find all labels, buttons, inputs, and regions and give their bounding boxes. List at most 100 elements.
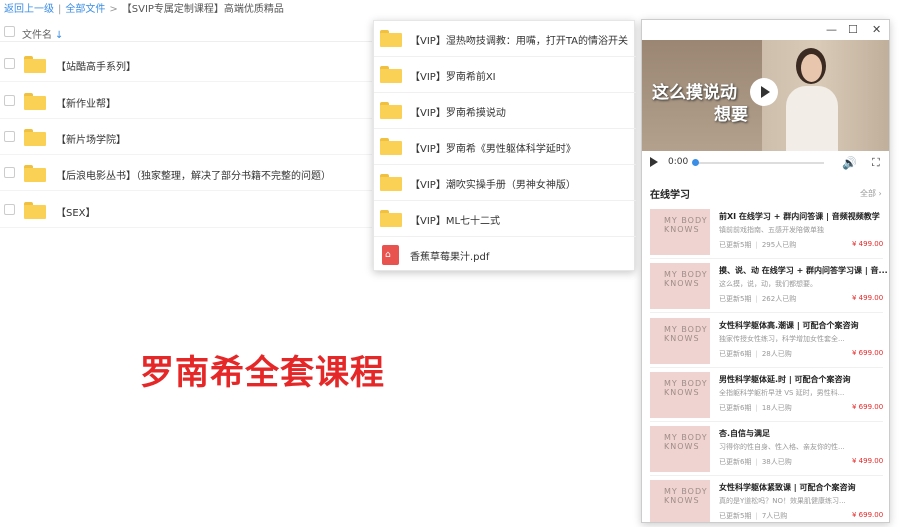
course-item[interactable]: MY BODY KNOWS 摸、说、动 在线学习 + 群内问答学习课 | 音..…: [642, 263, 889, 317]
see-all-link[interactable]: 全部 ›: [860, 188, 882, 199]
folder-icon: [24, 129, 46, 146]
file-row[interactable]: 【新作业帮】: [0, 83, 372, 119]
course-meta: 已更新5期 | 295人已购: [719, 241, 797, 249]
minimize-icon[interactable]: —: [826, 23, 837, 36]
course-item[interactable]: MY BODY KNOWS 女性科学躯体紧致课 | 可配合个案咨询 真的是Y道松…: [642, 480, 889, 522]
course-meta: 已更新6期 | 38人已购: [719, 458, 792, 466]
subfolder-item[interactable]: 【VIP】潮吹实操手册（男神女神版）: [374, 165, 636, 201]
course-thumbnail: MY BODY KNOWS: [650, 209, 710, 255]
breadcrumb: 返回上一级 | 全部文件 > 【SVIP专属定制课程】高端优质精品: [4, 0, 284, 15]
course-meta: 已更新6期 | 18人已购: [719, 404, 792, 412]
folder-icon: [24, 165, 46, 182]
course-price: ¥ 499.00: [852, 240, 884, 248]
pdf-file-item[interactable]: ⌂ 香蕉草莓果汁.pdf: [374, 237, 636, 273]
pdf-file-name[interactable]: 香蕉草莓果汁.pdf: [410, 248, 489, 263]
thumbnail-label: MY BODY KNOWS: [664, 487, 708, 505]
subfolder-item[interactable]: 【VIP】湿热吻技调教：用嘴，打开TA的情浴开关: [374, 21, 636, 57]
row-checkbox[interactable]: [4, 204, 15, 215]
subfolder-item[interactable]: 【VIP】ML七十二式: [374, 201, 636, 237]
subfolder-name[interactable]: 【VIP】罗南希摸说动: [410, 104, 506, 119]
divider: [650, 258, 883, 259]
divider: [650, 475, 883, 476]
row-checkbox[interactable]: [4, 167, 15, 178]
breadcrumb-current: 【SVIP专属定制课程】高端优质精品: [121, 4, 284, 15]
file-row[interactable]: 【SEX】: [0, 192, 372, 228]
course-updated: 已更新6期: [719, 350, 752, 358]
course-item[interactable]: MY BODY KNOWS 杏.自信与满足 习得你的性自身、性入格、亲友你的性.…: [642, 426, 889, 480]
breadcrumb-separator: |: [58, 4, 62, 15]
file-row[interactable]: 【后浪电影丛书】（独家整理，解决了部分书籍不完整的问题）: [0, 155, 372, 191]
video-player[interactable]: 这么摸说动 想要: [642, 40, 889, 151]
presenter-image: [782, 48, 842, 151]
course-title: 杏.自信与满足: [719, 429, 771, 438]
back-link[interactable]: 返回上一级: [4, 4, 54, 15]
subfolder-name[interactable]: 【VIP】湿热吻技调教：用嘴，打开TA的情浴开关: [410, 32, 628, 47]
window-titlebar: — ☐ ✕: [642, 20, 889, 40]
course-item[interactable]: MY BODY KNOWS 女性科学躯体高.潮课 | 可配合个案咨询 独家传授女…: [642, 318, 889, 372]
subfolder-item[interactable]: 【VIP】罗南希《男性躯体科学延时》: [374, 129, 636, 165]
file-name[interactable]: 【后浪电影丛书】（独家整理，解决了部分书籍不完整的问题）: [56, 167, 331, 182]
fullscreen-icon[interactable]: ⛶: [872, 156, 880, 170]
sort-down-icon[interactable]: ↓: [55, 30, 63, 41]
course-title: 女性科学躯体紧致课 | 可配合个案咨询: [719, 483, 856, 492]
subfolder-name[interactable]: 【VIP】罗南希前XI: [410, 68, 496, 83]
folder-icon: [24, 56, 46, 73]
course-updated: 已更新6期: [719, 458, 752, 466]
breadcrumb-chevron: >: [109, 4, 118, 15]
file-name[interactable]: 【新片场学院】: [56, 131, 126, 146]
maximize-icon[interactable]: ☐: [848, 23, 858, 36]
row-checkbox[interactable]: [4, 95, 15, 106]
course-thumbnail: MY BODY KNOWS: [650, 480, 710, 522]
all-files-link[interactable]: 全部文件: [65, 4, 105, 15]
name-column-header[interactable]: 文件名 ↓: [22, 26, 63, 41]
folder-icon: [380, 30, 402, 47]
course-buyers: 295人已购: [761, 241, 797, 249]
file-name[interactable]: 【SEX】: [56, 204, 96, 219]
course-updated: 已更新6期: [719, 404, 752, 412]
course-item[interactable]: MY BODY KNOWS 男性科学躯体延.时 | 可配合个案咨询 全指躯科学躯…: [642, 372, 889, 426]
subfolder-item[interactable]: 【VIP】罗南希摸说动: [374, 93, 636, 129]
subfolder-panel: 【VIP】湿热吻技调教：用嘴，打开TA的情浴开关 【VIP】罗南希前XI 【VI…: [373, 20, 636, 273]
volume-icon[interactable]: 🔊: [842, 156, 857, 170]
row-checkbox[interactable]: [4, 131, 15, 142]
course-title: 摸、说、动 在线学习 + 群内问答学习课 | 音...: [719, 266, 887, 275]
folder-icon: [24, 202, 46, 219]
course-item[interactable]: MY BODY KNOWS 前XI 在线学习 + 群内问答课 | 音频视频教学 …: [642, 209, 889, 263]
divider: [650, 367, 883, 368]
file-row[interactable]: 【站酷高手系列】: [0, 46, 372, 82]
video-caption-line2: 想要: [714, 105, 748, 125]
thumbnail-label: MY BODY KNOWS: [664, 270, 708, 288]
course-price: ¥ 699.00: [852, 349, 884, 357]
thumbnail-label: MY BODY KNOWS: [664, 325, 708, 343]
course-updated: 已更新5期: [719, 512, 752, 520]
subfolder-item[interactable]: 【VIP】罗南希前XI: [374, 57, 636, 93]
course-meta: 已更新5期 | 7人已购: [719, 512, 788, 520]
play-icon[interactable]: [650, 157, 658, 167]
course-thumbnail: MY BODY KNOWS: [650, 426, 710, 472]
current-time: 0:00: [668, 157, 689, 167]
file-row[interactable]: 【新片场学院】: [0, 119, 372, 155]
subfolder-name[interactable]: 【VIP】ML七十二式: [410, 212, 500, 227]
play-overlay-icon[interactable]: [750, 78, 778, 106]
select-all-checkbox[interactable]: [4, 26, 15, 37]
file-name[interactable]: 【站酷高手系列】: [56, 58, 136, 73]
course-buyers: 18人已购: [761, 404, 792, 412]
pdf-icon: ⌂: [382, 245, 399, 265]
course-desc: 镇前前戏指南、五感开发陪做单独: [719, 226, 824, 234]
seek-bar[interactable]: [694, 162, 824, 164]
row-checkbox[interactable]: [4, 58, 15, 69]
seek-handle[interactable]: [692, 159, 699, 166]
course-price: ¥ 499.00: [852, 294, 884, 302]
file-name[interactable]: 【新作业帮】: [56, 95, 116, 110]
subfolder-name[interactable]: 【VIP】潮吹实操手册（男神女神版）: [410, 176, 576, 191]
close-icon[interactable]: ✕: [872, 23, 881, 36]
divider: [650, 312, 883, 313]
folder-icon: [380, 210, 402, 227]
course-buyers: 38人已购: [761, 458, 792, 466]
folder-icon: [24, 93, 46, 110]
course-desc: 这么摸，说，动，我们都想要。: [719, 280, 817, 288]
subfolder-name[interactable]: 【VIP】罗南希《男性躯体科学延时》: [410, 140, 576, 155]
course-price: ¥ 699.00: [852, 511, 884, 519]
thumbnail-label: MY BODY KNOWS: [664, 379, 708, 397]
course-updated: 已更新5期: [719, 241, 752, 249]
